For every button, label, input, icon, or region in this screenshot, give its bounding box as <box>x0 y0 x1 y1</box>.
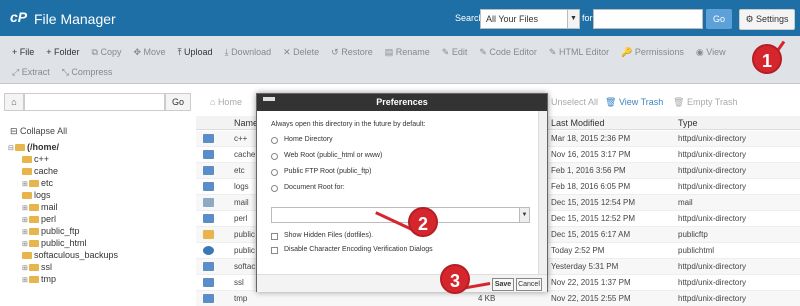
dialog-body: Always open this directory in the future… <box>257 111 547 274</box>
tree-item-mail[interactable]: ⊞ mail <box>22 202 58 213</box>
radio-web-root[interactable] <box>271 153 278 160</box>
cpanel-logo-icon: cP <box>10 9 28 25</box>
preferences-dialog: Preferences Always open this directory i… <box>256 93 548 292</box>
collapse-all-link[interactable]: ⊟ Collapse All <box>10 126 67 137</box>
for-label: for <box>582 13 593 23</box>
tree-item-public-ftp[interactable]: ⊞ public_ftp <box>22 226 80 237</box>
toolbar-extract-button[interactable]: ⤢ Extract <box>12 67 50 83</box>
settings-button[interactable]: ⚙ Settings <box>739 9 795 30</box>
toolbar-row-1: + File + Folder ⧉ Copy ✥ Move ⤒ Upload ⤓… <box>12 47 738 63</box>
gear-icon: ⚙ <box>745 14 754 24</box>
folder-icon <box>203 278 214 287</box>
toolbar-copy-button[interactable]: ⧉ Copy <box>92 47 122 63</box>
toolbar-code-editor-button[interactable]: ✎ Code Editor <box>479 47 537 63</box>
cancel-button[interactable]: Cancel <box>516 278 542 291</box>
folder-icon <box>203 182 214 191</box>
empty-trash-button[interactable]: 🗑 Empty Trash <box>673 97 737 108</box>
chevron-down-icon: ▼ <box>519 207 530 223</box>
column-type[interactable]: Type <box>678 118 698 128</box>
chevron-down-icon: ▼ <box>567 10 579 28</box>
toolbar-compress-button[interactable]: ⤡ Compress <box>62 67 113 83</box>
tree-root[interactable]: ⊟ (/home/ <box>8 142 59 153</box>
sidebar-home-button[interactable]: ⌂ <box>4 93 24 111</box>
top-header: cP File Manager Search All Your Files ▼ … <box>0 0 800 36</box>
path-go-button[interactable]: Go <box>165 93 191 111</box>
toolbar-move-button[interactable]: ✥ Move <box>134 47 166 63</box>
toolbar-permissions-button[interactable]: 🔑 Permissions <box>621 47 684 63</box>
globe-icon <box>203 246 214 255</box>
tree-item-tmp[interactable]: ⊞ tmp <box>22 274 56 285</box>
tree-item-public-html[interactable]: ⊞ public_html <box>22 238 87 249</box>
save-button[interactable]: Save <box>492 278 514 291</box>
toolbar-edit-button[interactable]: ✎ Edit <box>442 47 468 63</box>
search-scope-value: All Your Files <box>486 14 539 24</box>
search-input[interactable] <box>593 9 703 29</box>
tree-item-ssl[interactable]: ⊞ ssl <box>22 262 52 273</box>
toolbar-download-button[interactable]: ⤓ Download <box>225 47 272 63</box>
document-root-select[interactable] <box>271 207 530 223</box>
toolbar-file-button[interactable]: + File <box>12 47 34 63</box>
radio-label: Public FTP Root (public_ftp) <box>284 168 372 175</box>
tree-item-softaculous-backups[interactable]: softaculous_backups <box>22 250 118 261</box>
tree-item-cache[interactable]: cache <box>22 166 58 177</box>
checkbox-label: Show Hidden Files (dotfiles). <box>284 232 374 239</box>
radio-public-ftp-root[interactable] <box>271 169 278 176</box>
tree-item-cpp[interactable]: c++ <box>22 154 49 165</box>
disable-encoding-checkbox[interactable] <box>271 247 278 254</box>
dialog-scrollbar[interactable] <box>538 111 547 274</box>
path-input[interactable] <box>24 93 165 111</box>
radio-home-directory[interactable] <box>271 137 278 144</box>
unselect-all-button[interactable]: Unselect All <box>551 97 598 107</box>
column-name[interactable]: Name <box>234 118 258 128</box>
column-last-modified[interactable]: Last Modified <box>551 118 605 128</box>
radio-label: Document Root for: <box>284 184 345 191</box>
app-title: File Manager <box>34 11 116 27</box>
toolbar-view-button[interactable]: ◉ View <box>696 47 726 63</box>
view-trash-button[interactable]: 🗑 View Trash <box>605 97 663 108</box>
table-row[interactable]: tmp 4 KB Nov 22, 2015 2:55 PM httpd/unix-di… <box>196 291 800 306</box>
folder-icon <box>203 214 214 223</box>
toolbar-restore-button[interactable]: ↺ Restore <box>331 47 373 63</box>
toolbar-rename-button[interactable]: ▤ Rename <box>385 47 430 63</box>
tree-item-perl[interactable]: ⊞ perl <box>22 214 56 225</box>
radio-label: Web Root (public_html or www) <box>284 152 383 159</box>
show-hidden-files-checkbox[interactable] <box>271 233 278 240</box>
folder-icon <box>203 166 214 175</box>
toolbar: + File + Folder ⧉ Copy ✥ Move ⤒ Upload ⤓… <box>0 36 800 84</box>
tree-item-etc[interactable]: ⊞ etc <box>22 178 53 189</box>
checkbox-label: Disable Character Encoding Verification … <box>284 246 433 253</box>
radio-document-root[interactable] <box>271 185 278 192</box>
search-scope-select[interactable]: All Your Files ▼ <box>480 9 580 29</box>
dialog-header: Preferences <box>257 94 547 111</box>
tree-item-logs[interactable]: logs <box>22 190 51 201</box>
toolbar-html-editor-button[interactable]: ✎ HTML Editor <box>549 47 609 63</box>
folder-icon <box>203 150 214 159</box>
folder-icon <box>203 294 214 303</box>
toolbar-delete-button[interactable]: ✕ Delete <box>283 47 319 63</box>
mail-icon <box>203 198 214 207</box>
radio-label: Home Directory <box>284 136 333 143</box>
toolbar-folder-button[interactable]: + Folder <box>46 47 79 63</box>
minimize-icon[interactable] <box>263 97 275 101</box>
toolbar-upload-button[interactable]: ⤒ Upload <box>178 47 213 63</box>
annotation-badge: 3 <box>440 264 470 294</box>
settings-label: Settings <box>756 14 789 24</box>
home-nav-button[interactable]: ⌂ Home <box>210 97 242 107</box>
search-go-button[interactable]: Go <box>706 9 732 29</box>
dialog-title: Preferences <box>376 97 428 107</box>
annotation-badge: 1 <box>752 44 782 74</box>
default-dir-intro: Always open this directory in the future… <box>271 121 426 128</box>
annotation-badge: 2 <box>408 207 438 237</box>
dialog-footer: Save Cancel <box>257 274 547 292</box>
folder-icon <box>203 134 214 143</box>
toolbar-row-2: ⤢ Extract ⤡ Compress <box>12 67 124 83</box>
folder-icon <box>203 262 214 271</box>
ftp-icon <box>203 230 214 239</box>
